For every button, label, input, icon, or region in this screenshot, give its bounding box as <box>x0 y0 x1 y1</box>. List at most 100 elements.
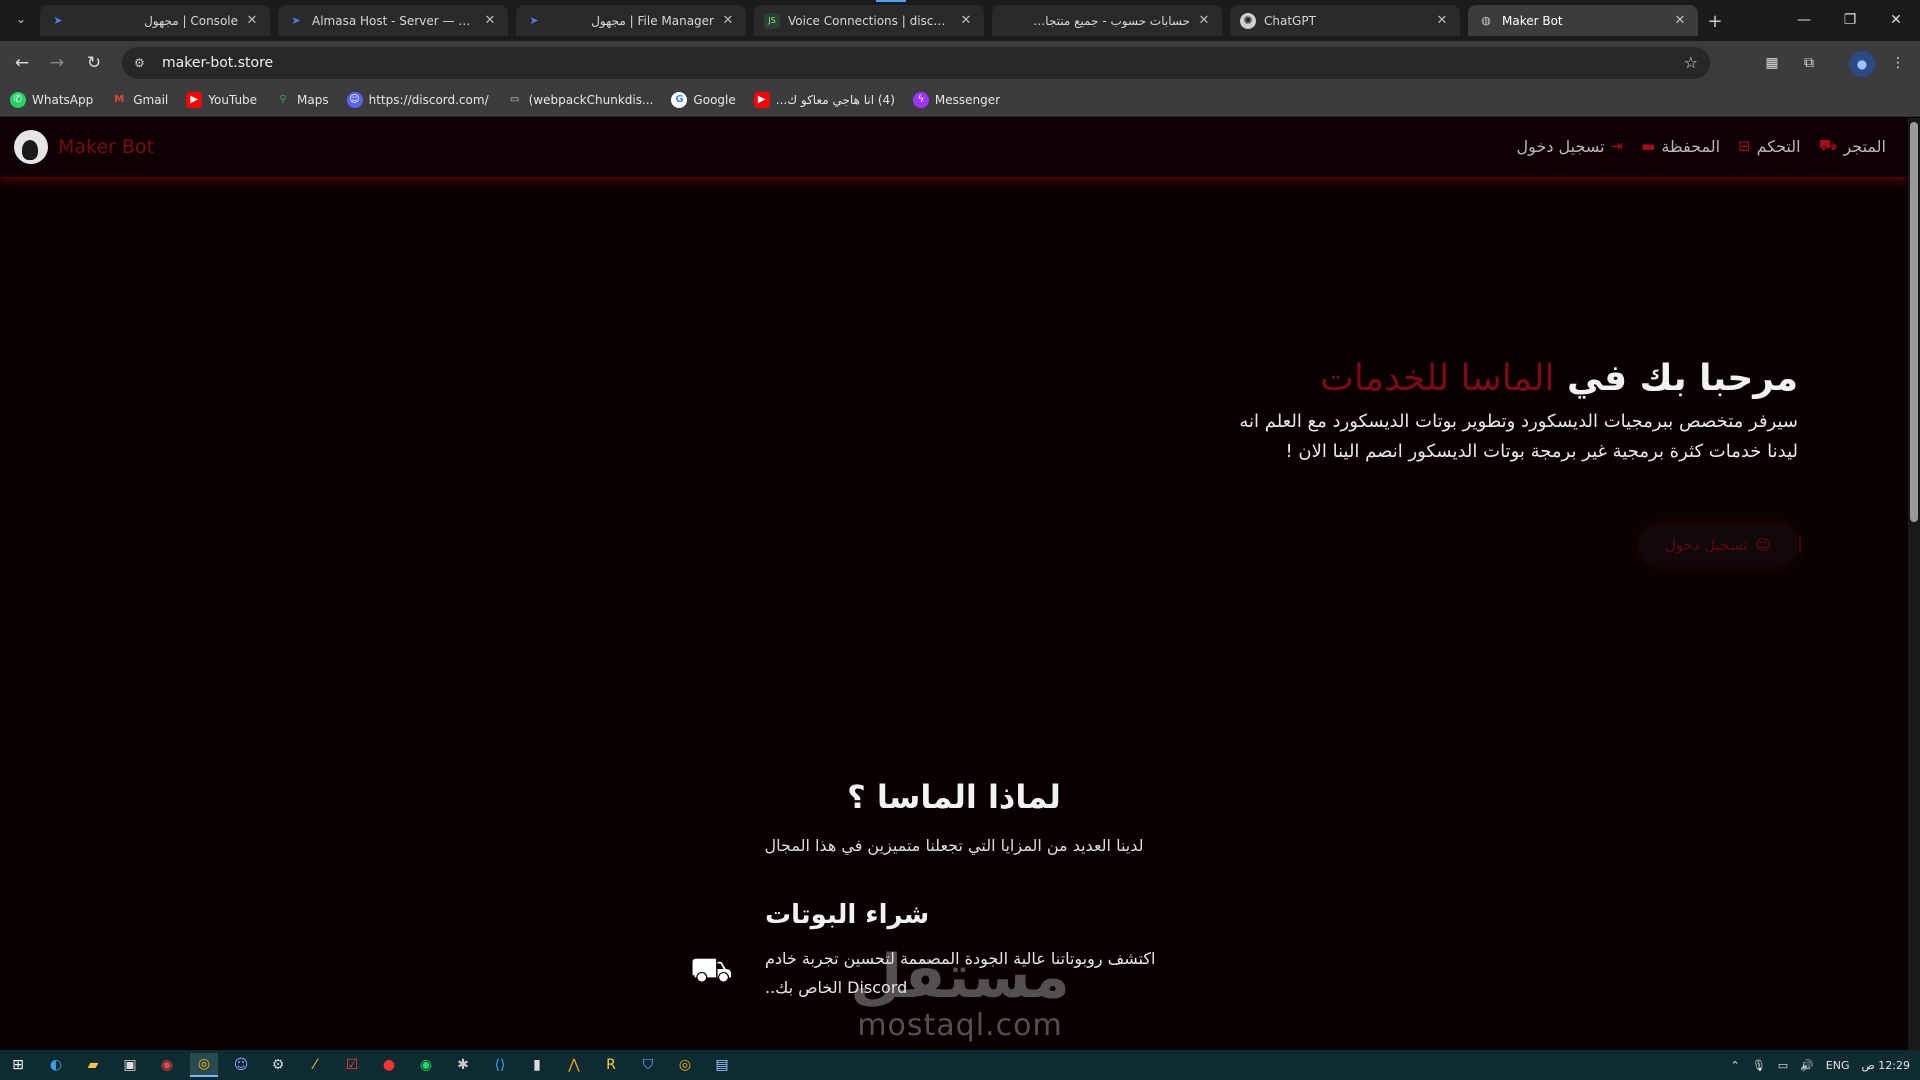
arrow-logo-icon: ➤ <box>529 14 539 27</box>
why-title: لماذا الماسا ؟ <box>847 778 1061 816</box>
bookmark-label: YouTube <box>208 92 258 107</box>
tab-loading-indicator <box>876 0 906 2</box>
nav-links: ⇥ تسجيل دخول المحفظة ▬ التحكم ⊟ المتجر ⛟ <box>1499 136 1886 156</box>
close-icon[interactable]: ✕ <box>244 13 260 28</box>
cart-icon: ⛟ <box>1818 136 1838 154</box>
more-menu-icon[interactable]: ⋮ <box>1886 51 1910 75</box>
tray-chevron-icon[interactable]: ⌃ <box>1731 1059 1740 1072</box>
site-settings-icon[interactable]: ⚙ <box>134 56 150 70</box>
qr-code-icon[interactable]: ▦ <box>1760 51 1784 75</box>
nav-store[interactable]: المتجر ⛟ <box>1819 136 1886 156</box>
tab-hsoub[interactable]: حسابات حسوب - جميع منتجات حسوب ✕ <box>992 5 1222 36</box>
app-gear-icon[interactable]: ✱ <box>449 1053 477 1077</box>
bookmark-messenger[interactable]: ϟ Messenger <box>912 91 1000 108</box>
window-close-icon[interactable]: ✕ <box>1884 8 1908 32</box>
bookmark-label: WhatsApp <box>32 92 94 107</box>
nav-login[interactable]: ⇥ تسجيل دخول <box>1517 137 1624 156</box>
feature-title: شراء البوتات <box>765 900 930 930</box>
shield-icon[interactable]: ⛉ <box>634 1053 662 1077</box>
network-icon[interactable]: ▭ <box>1778 1059 1788 1072</box>
chatgpt-icon: ✺ <box>1240 12 1256 29</box>
steam-icon[interactable]: ⚙ <box>264 1053 292 1077</box>
hero-login-button[interactable]: ☺ تسجيل دخول <box>1638 523 1798 567</box>
app-record-icon[interactable]: ● <box>375 1053 403 1077</box>
remote-desktop-icon[interactable]: ▤ <box>708 1053 736 1077</box>
language-indicator[interactable]: ENG <box>1826 1059 1850 1072</box>
close-icon[interactable]: ✕ <box>482 13 498 28</box>
tab-file-manager[interactable]: ➤ File Manager | مجهول ✕ <box>516 5 746 36</box>
bookmark-youtube-video[interactable]: ▶ (4) انا هاجي معاكو ك... <box>753 91 895 108</box>
tab-maker-bot[interactable]: ◍ Maker Bot ✕ <box>1468 5 1698 36</box>
nav-wallet[interactable]: المحفظة ▬ <box>1641 137 1720 156</box>
bookmark-label: https://discord.com/ <box>368 92 489 107</box>
app-red-icon[interactable]: ◉ <box>153 1053 181 1077</box>
app-dark-icon[interactable]: ▮ <box>523 1053 551 1077</box>
app-check-icon[interactable]: ☑ <box>338 1053 366 1077</box>
back-icon[interactable]: ← <box>10 51 34 75</box>
youtube-icon: ▶ <box>186 91 203 108</box>
bookmark-folder[interactable]: ▭ (webpackChunkdis... <box>507 92 654 108</box>
minimize-icon[interactable]: — <box>1792 8 1816 32</box>
hero-section: مرحبا بك في الماسا للخدمات سيرفر متخصص ب… <box>1238 358 1798 467</box>
app-yellow-icon[interactable]: ⁄ <box>301 1053 329 1077</box>
tab-voice-connections[interactable]: JS Voice Connections | discord.js ✕ <box>754 5 984 36</box>
whatsapp-icon: ✆ <box>10 91 26 108</box>
page-scrollbar[interactable] <box>1908 118 1920 1050</box>
google-icon: G <box>671 91 688 108</box>
discord-icon[interactable]: ☺ <box>227 1053 255 1077</box>
folder-icon: ▭ <box>509 94 520 105</box>
web-page: Maker Bot ⇥ تسجيل دخول المحفظة ▬ التحكم … <box>0 118 1908 1050</box>
volume-icon[interactable]: 🔊 <box>1800 1059 1814 1072</box>
close-icon[interactable]: ✕ <box>1672 13 1688 28</box>
vscode-icon[interactable]: ⟨⟩ <box>486 1053 514 1077</box>
nav-control[interactable]: التحكم ⊟ <box>1738 137 1801 156</box>
tab-almasa-host[interactable]: ➤ Almasa Host - Server — مجهول ✕ <box>278 5 508 36</box>
windows-start-icon[interactable]: ⊞ <box>4 1053 32 1077</box>
scrollbar-thumb[interactable] <box>1910 122 1918 522</box>
close-icon[interactable]: ✕ <box>1196 13 1212 28</box>
url-text[interactable]: maker-bot.store <box>162 55 273 71</box>
bookmark-discord[interactable]: ☺ https://discord.com/ <box>346 91 489 108</box>
watermark-latin: mostaql.com <box>857 1008 1063 1043</box>
close-icon[interactable]: ✕ <box>1434 13 1450 28</box>
new-tab-button[interactable]: + <box>1703 9 1727 33</box>
youtube-icon: ▶ <box>753 91 770 108</box>
chrome-icon[interactable]: ◎ <box>190 1053 218 1077</box>
bookmark-youtube[interactable]: ▶ YouTube <box>186 91 258 108</box>
bookmark-label: (4) انا هاجي معاكو ك... <box>775 92 895 107</box>
close-icon[interactable]: ✕ <box>958 13 974 28</box>
reload-icon[interactable]: ↻ <box>82 51 106 75</box>
gmail-icon: M <box>114 94 125 105</box>
brand-name: Maker Bot <box>58 136 155 158</box>
bookmark-star-icon[interactable]: ☆ <box>1684 53 1698 72</box>
file-explorer-icon[interactable]: ▰ <box>79 1053 107 1077</box>
bookmark-maps[interactable]: ⚲ Maps <box>275 92 328 108</box>
feature-description: اكتشف روبوتاتنا عالية الجودة المصممة لتح… <box>765 949 1156 997</box>
close-icon[interactable]: ✕ <box>720 13 736 28</box>
tab-chatgpt[interactable]: ✺ ChatGPT ✕ <box>1230 5 1460 36</box>
address-bar[interactable]: ⚙ maker-bot.store ☆ <box>122 47 1710 79</box>
tab-console[interactable]: ➤ Console | مجهول ✕ <box>40 5 270 36</box>
bookmark-google[interactable]: G Google <box>671 91 736 108</box>
clock[interactable]: 12:29 ص <box>1862 1059 1911 1072</box>
app-orange-icon[interactable]: ⋀ <box>560 1053 588 1077</box>
brand[interactable]: Maker Bot <box>14 130 154 164</box>
taskbar: ⊞ ◐ ▰ ▣ ◉ ◎ ☺ ⚙ ⁄ ☑ ● ◉ ✱ ⟨⟩ ▮ ⋀ R ⛉ ◎ ▤… <box>0 1050 1920 1080</box>
bookmark-whatsapp[interactable]: ✆ WhatsApp <box>10 91 94 108</box>
profile-avatar[interactable]: ● <box>1849 51 1875 77</box>
wallet-icon: ▬ <box>1641 137 1656 155</box>
bookmark-label: Google <box>693 92 736 107</box>
forward-icon[interactable]: → <box>45 51 69 75</box>
store-icon[interactable]: ▣ <box>116 1053 144 1077</box>
rockstar-icon[interactable]: R <box>597 1053 625 1077</box>
extensions-icon[interactable]: ⧉ <box>1797 51 1821 75</box>
nav-label: المتجر <box>1843 136 1886 156</box>
bookmark-gmail[interactable]: M Gmail <box>111 92 168 108</box>
nav-label: التحكم <box>1756 136 1801 156</box>
tab-search-chevron-icon[interactable]: ⌄ <box>10 8 32 30</box>
microphone-icon[interactable]: 🎙 <box>1752 1059 1766 1072</box>
spotify-icon[interactable]: ◉ <box>412 1053 440 1077</box>
chrome-icon[interactable]: ◎ <box>671 1053 699 1077</box>
edge-icon[interactable]: ◐ <box>42 1053 70 1077</box>
restore-icon[interactable]: ❐ <box>1838 8 1862 32</box>
